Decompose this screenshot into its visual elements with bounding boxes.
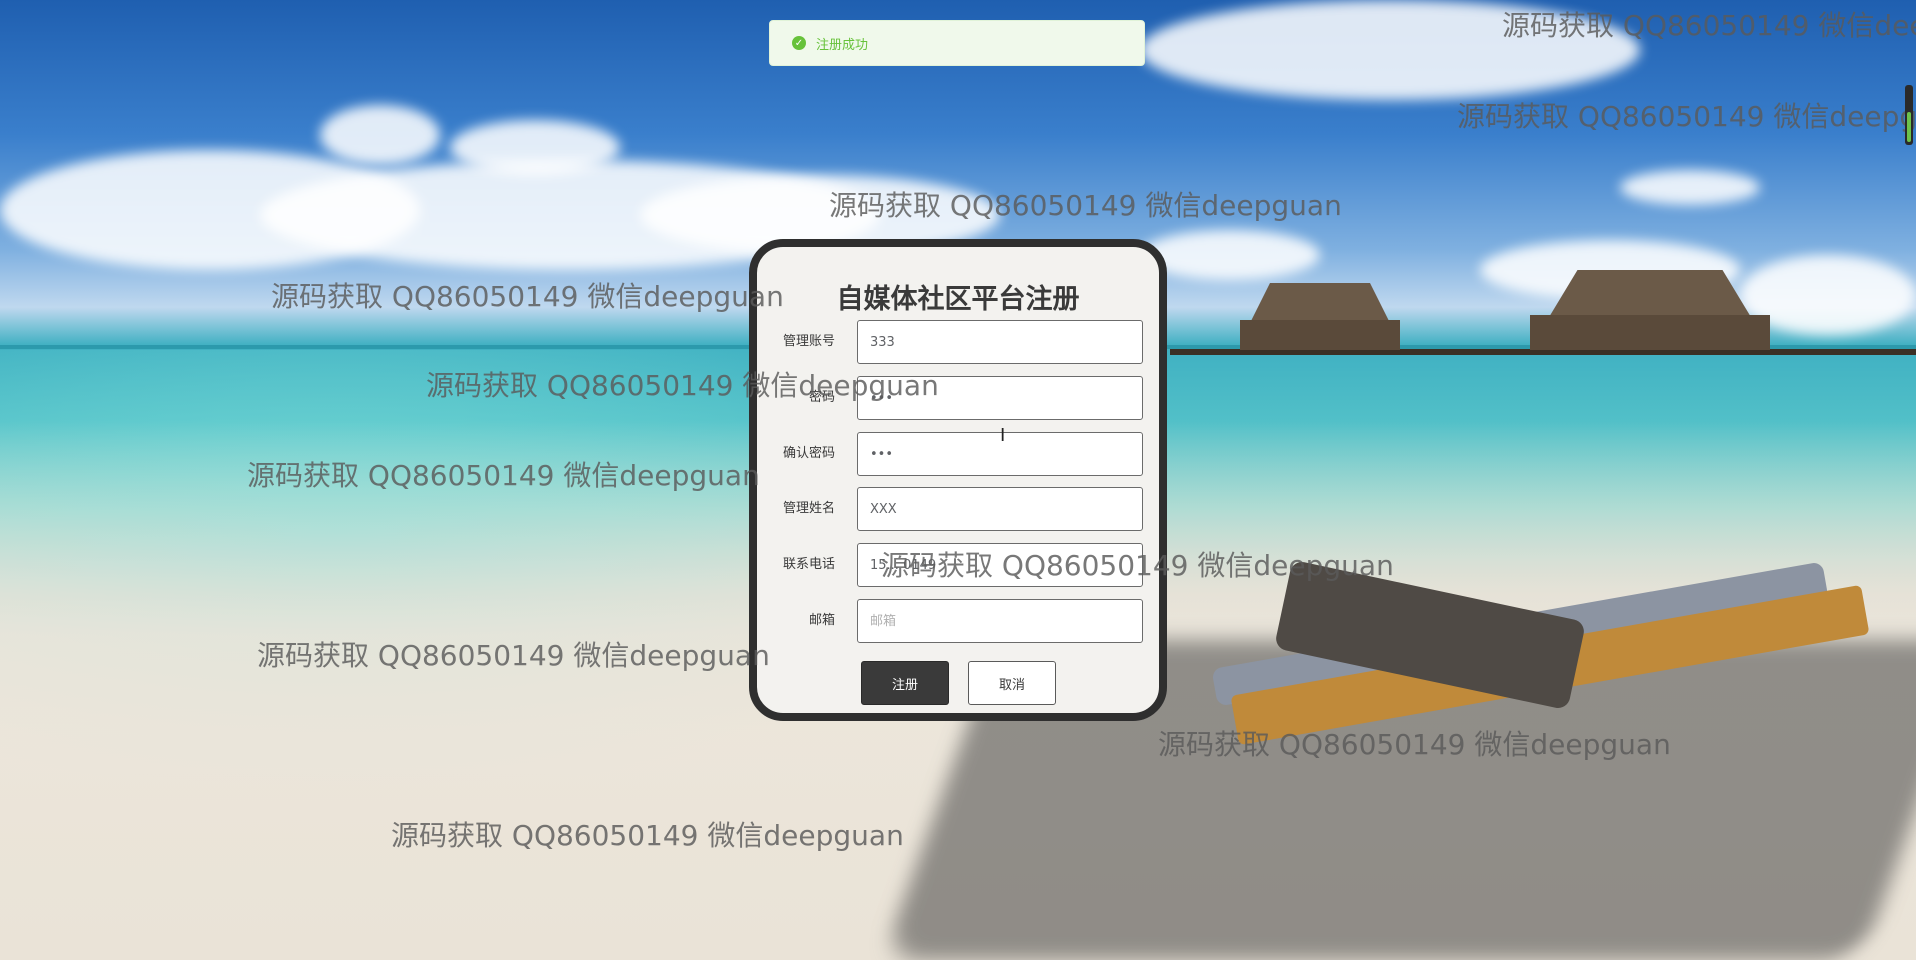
register-card: 自媒体社区平台注册 管理账号 密码 确认密码 管理姓名 联系电话 邮箱 注册 取… [749,239,1167,721]
account-label: 管理账号 [782,334,835,349]
hut [1240,320,1400,350]
email-label: 邮箱 [808,613,835,628]
form-row-name: 管理姓名 [757,487,1159,531]
register-button[interactable]: 注册 [861,661,949,705]
form-row-phone: 联系电话 [757,543,1159,587]
check-circle-icon: ✓ [792,36,806,50]
phone-input[interactable] [857,543,1143,587]
watermark: 源码获取 QQ86050149 微信deepguan [1457,100,1916,133]
toast-message: 注册成功 [816,37,869,53]
cloud [1620,170,1760,205]
cloud [320,105,440,165]
phone-label: 联系电话 [782,557,835,572]
email-input[interactable] [857,599,1143,643]
form-row-confirm-password: 确认密码 [757,432,1159,476]
cloud [1140,230,1320,280]
name-label: 管理姓名 [782,501,835,516]
hut-roof [1250,283,1390,323]
cancel-button[interactable]: 取消 [968,661,1056,705]
cloud [1140,0,1640,100]
hut [1530,315,1770,350]
password-input[interactable] [857,376,1143,420]
name-input[interactable] [857,487,1143,531]
watermark: 源码获取 QQ86050149 微信deepguan [271,280,784,313]
scrollbar-thumb[interactable] [1907,112,1911,142]
success-toast: ✓ 注册成功 [769,20,1145,66]
account-input[interactable] [857,320,1143,364]
password-label: 密码 [808,390,835,405]
text-cursor-icon: I [1000,425,1006,446]
confirm-password-label: 确认密码 [782,446,835,461]
cloud [450,120,620,175]
background-scene: ✓ 注册成功 自媒体社区平台注册 管理账号 密码 确认密码 管理姓名 联系电话 … [0,0,1916,960]
form-row-password: 密码 [757,376,1159,420]
form-row-email: 邮箱 [757,599,1159,643]
form-row-account: 管理账号 [757,320,1159,364]
page-title: 自媒体社区平台注册 [836,284,1080,315]
